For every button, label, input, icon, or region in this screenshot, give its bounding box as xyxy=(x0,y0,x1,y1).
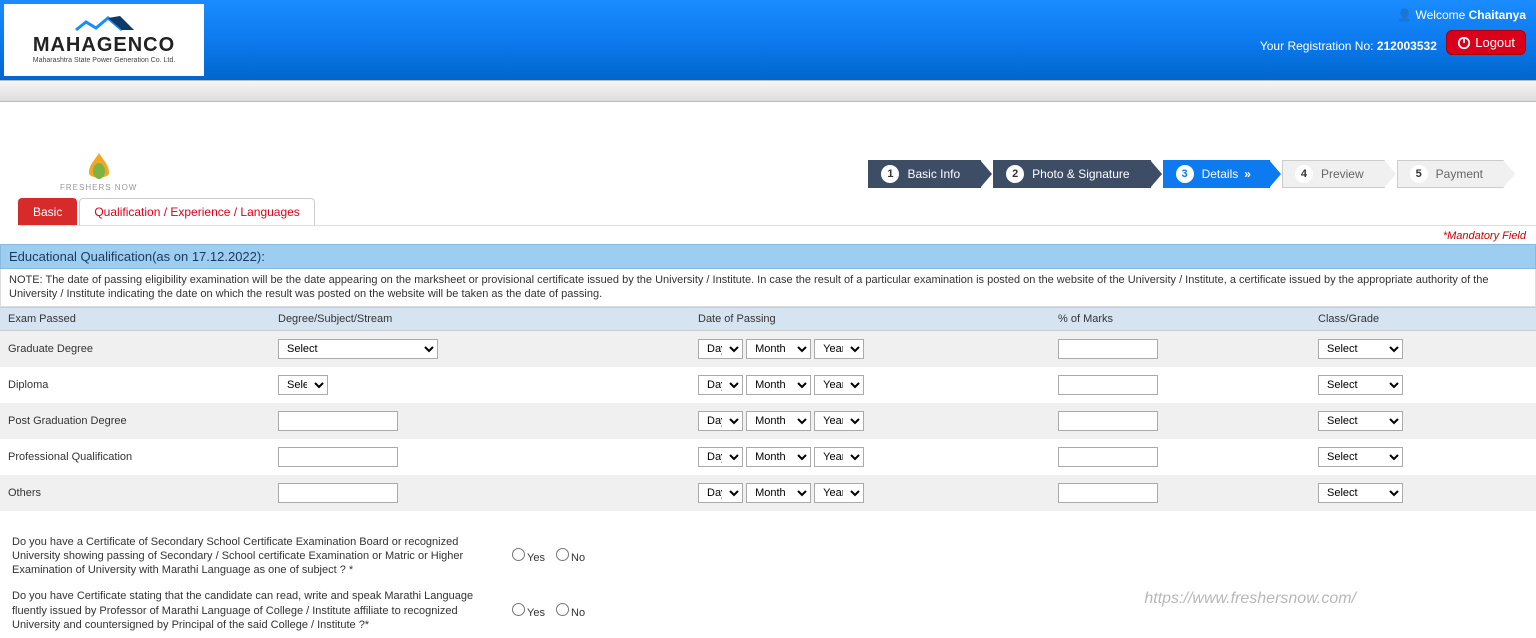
row-professional: Professional Qualification Day Month Yea… xyxy=(0,439,1536,475)
postgrad-grade[interactable]: Select xyxy=(1318,411,1403,431)
diploma-grade[interactable]: Select xyxy=(1318,375,1403,395)
logo-text: MAHAGENCO xyxy=(33,34,175,57)
row-diploma: Diploma Select Day Month Year Select xyxy=(0,367,1536,403)
diploma-day[interactable]: Day xyxy=(698,375,743,395)
others-grade[interactable]: Select xyxy=(1318,483,1403,503)
step-details[interactable]: 3Details» xyxy=(1163,160,1270,188)
reg-logout-row: Your Registration No: 212003532 Logout xyxy=(1260,30,1526,55)
professional-marks[interactable] xyxy=(1058,447,1158,467)
question-2-text: Do you have Certificate stating that the… xyxy=(12,589,492,632)
graduate-grade[interactable]: Select xyxy=(1318,339,1403,359)
section-title: Educational Qualification(as on 17.12.20… xyxy=(0,244,1536,269)
row-others: Others Day Month Year Select xyxy=(0,475,1536,511)
registration-number: Your Registration No: 212003532 xyxy=(1260,39,1437,53)
graduate-degree-select[interactable]: Select xyxy=(278,339,438,359)
freshers-flame-icon xyxy=(79,151,119,181)
divider-bar xyxy=(0,80,1536,102)
q2-no-radio[interactable] xyxy=(556,603,569,616)
label-others: Others xyxy=(0,475,270,511)
others-month[interactable]: Month xyxy=(746,483,811,503)
label-postgrad: Post Graduation Degree xyxy=(0,403,270,439)
row-graduate: Graduate Degree Select Day Month Year Se… xyxy=(0,330,1536,367)
graduate-marks[interactable] xyxy=(1058,339,1158,359)
col-degree: Degree/Subject/Stream xyxy=(270,307,690,330)
step-payment[interactable]: 5Payment xyxy=(1397,160,1504,188)
q1-yes-label[interactable]: Yes xyxy=(512,552,545,564)
freshers-label: FRESHERS NOW xyxy=(60,183,137,192)
postgrad-year[interactable]: Year xyxy=(814,411,864,431)
user-icon: 👤 xyxy=(1397,8,1412,22)
postgrad-day[interactable]: Day xyxy=(698,411,743,431)
question-1-row: Do you have a Certificate of Secondary S… xyxy=(0,529,1536,584)
note-text: NOTE: The date of passing eligibility ex… xyxy=(0,269,1536,307)
label-graduate: Graduate Degree xyxy=(0,330,270,367)
step-basic-info[interactable]: 1Basic Info xyxy=(868,160,981,188)
education-table: Exam Passed Degree/Subject/Stream Date o… xyxy=(0,307,1536,511)
graduate-day[interactable]: Day xyxy=(698,339,743,359)
header-right: 👤 Welcome Chaitanya Your Registration No… xyxy=(1260,8,1526,55)
label-diploma: Diploma xyxy=(0,367,270,403)
professional-month[interactable]: Month xyxy=(746,447,811,467)
question-1-radios: Yes No xyxy=(512,548,593,564)
col-marks: % of Marks xyxy=(1050,307,1310,330)
others-year[interactable]: Year xyxy=(814,483,864,503)
diploma-marks[interactable] xyxy=(1058,375,1158,395)
q2-no-label[interactable]: No xyxy=(556,607,585,619)
q1-no-radio[interactable] xyxy=(556,548,569,561)
col-exam: Exam Passed xyxy=(0,307,270,330)
logo-subtext: Maharashtra State Power Generation Co. L… xyxy=(33,57,175,64)
diploma-year[interactable]: Year xyxy=(814,375,864,395)
diploma-month[interactable]: Month xyxy=(746,375,811,395)
postgrad-month[interactable]: Month xyxy=(746,411,811,431)
freshers-logo: FRESHERS NOW xyxy=(60,151,137,192)
professional-year[interactable]: Year xyxy=(814,447,864,467)
subtabs: Basic Qualification / Experience / Langu… xyxy=(18,198,1536,226)
postgrad-marks[interactable] xyxy=(1058,411,1158,431)
professional-day[interactable]: Day xyxy=(698,447,743,467)
step-active-arrows-icon: » xyxy=(1244,167,1249,181)
question-2-row: Do you have Certificate stating that the… xyxy=(0,583,1536,638)
others-marks[interactable] xyxy=(1058,483,1158,503)
q1-yes-radio[interactable] xyxy=(512,548,525,561)
col-grade: Class/Grade xyxy=(1310,307,1536,330)
graduate-year[interactable]: Year xyxy=(814,339,864,359)
logo: MAHAGENCO Maharashtra State Power Genera… xyxy=(4,4,204,76)
question-1-text: Do you have a Certificate of Secondary S… xyxy=(12,535,492,578)
q2-yes-label[interactable]: Yes xyxy=(512,607,545,619)
graduate-month[interactable]: Month xyxy=(746,339,811,359)
others-day[interactable]: Day xyxy=(698,483,743,503)
step-preview[interactable]: 4Preview xyxy=(1282,160,1385,188)
professional-grade[interactable]: Select xyxy=(1318,447,1403,467)
label-professional: Professional Qualification xyxy=(0,439,270,475)
q2-yes-radio[interactable] xyxy=(512,603,525,616)
others-degree-input[interactable] xyxy=(278,483,398,503)
power-icon xyxy=(1457,36,1471,50)
col-dop: Date of Passing xyxy=(690,307,1050,330)
professional-degree-input[interactable] xyxy=(278,447,398,467)
top-header: MAHAGENCO Maharashtra State Power Genera… xyxy=(0,0,1536,80)
wizard-steps: 1Basic Info 2Photo & Signature 3Details»… xyxy=(868,160,1516,188)
postgrad-degree-input[interactable] xyxy=(278,411,398,431)
content-top: FRESHERS NOW 1Basic Info 2Photo & Signat… xyxy=(0,102,1536,192)
logout-button[interactable]: Logout xyxy=(1446,30,1526,55)
diploma-degree-select[interactable]: Select xyxy=(278,375,328,395)
mandatory-label: *Mandatory Field xyxy=(0,226,1536,244)
q1-no-label[interactable]: No xyxy=(556,552,585,564)
logo-wave-icon xyxy=(74,16,134,34)
step-photo-signature[interactable]: 2Photo & Signature xyxy=(993,160,1150,188)
row-postgrad: Post Graduation Degree Day Month Year Se… xyxy=(0,403,1536,439)
welcome-text: 👤 Welcome Chaitanya xyxy=(1260,8,1526,22)
tab-basic[interactable]: Basic xyxy=(18,198,77,225)
question-2-radios: Yes No xyxy=(512,603,593,619)
tab-qualification[interactable]: Qualification / Experience / Languages xyxy=(79,198,314,225)
